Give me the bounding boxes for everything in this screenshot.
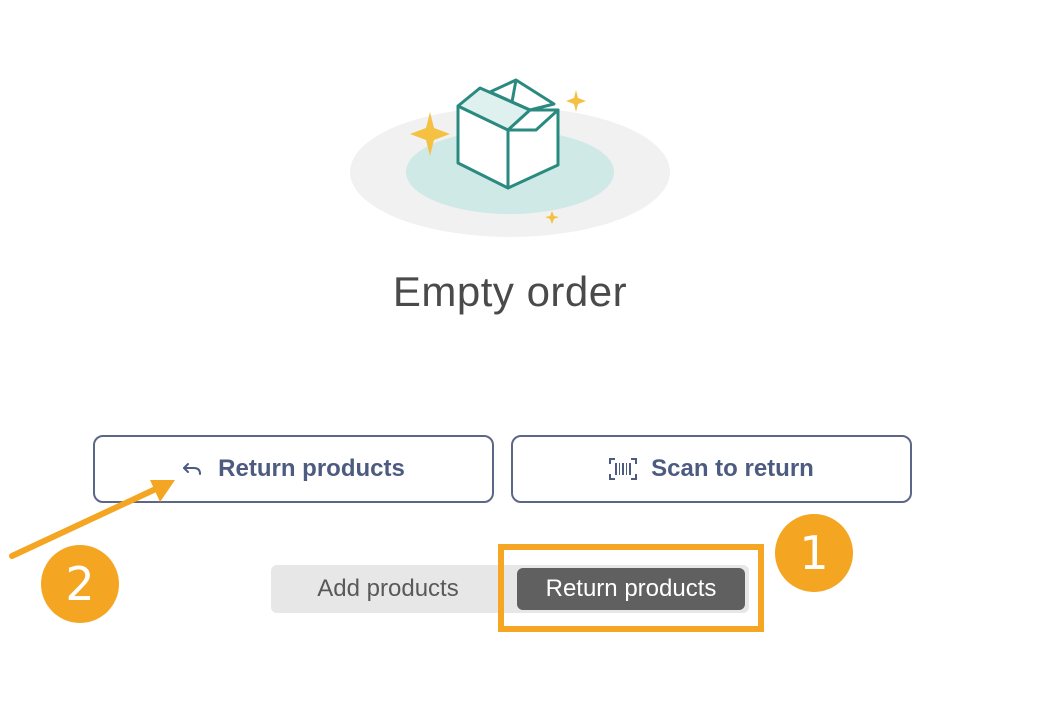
sparkle-small-icon	[566, 90, 586, 112]
return-products-tab[interactable]: Return products	[517, 568, 745, 610]
scan-to-return-label: Scan to return	[651, 455, 814, 482]
step-badge-1: 1	[775, 514, 853, 592]
empty-order-screen: Empty order Return products Scan to retu…	[0, 0, 1040, 702]
return-products-label: Return products	[218, 455, 405, 482]
barcode-icon	[609, 458, 638, 480]
open-box-icon	[350, 78, 670, 237]
pointer-arrow-icon	[9, 480, 175, 559]
empty-order-title: Empty order	[392, 268, 628, 315]
order-mode-toggle: Add products Return products	[271, 565, 749, 613]
scan-to-return-button[interactable]: Scan to return	[511, 435, 912, 503]
add-products-tab[interactable]: Add products	[271, 565, 505, 613]
